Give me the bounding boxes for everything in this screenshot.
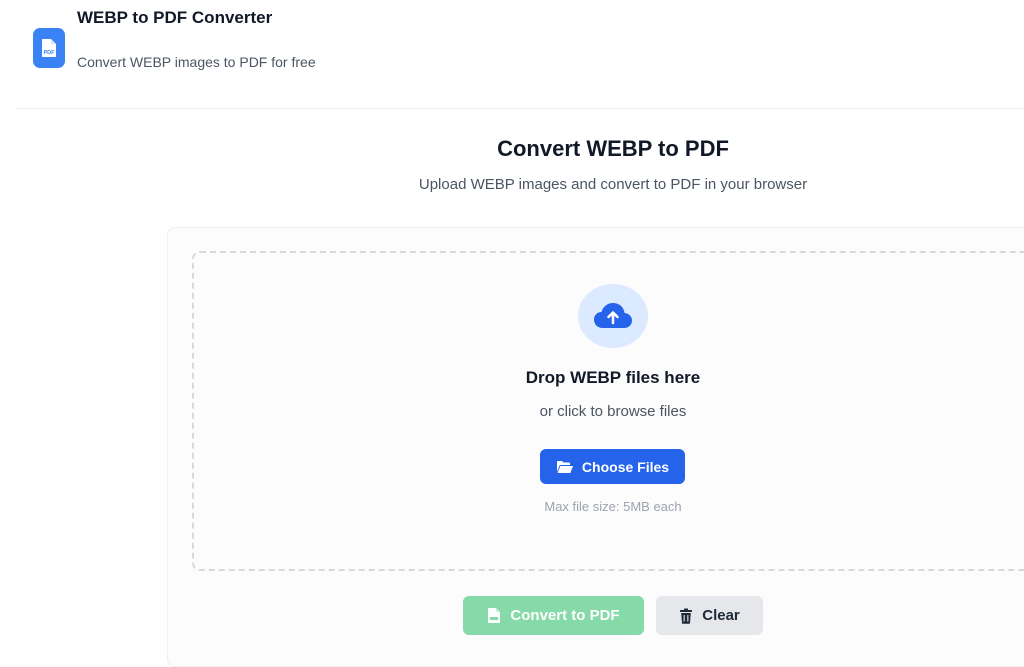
app-subtitle: Convert WEBP images to PDF for free [77,54,316,70]
choose-files-button[interactable]: Choose Files [540,449,685,484]
max-file-size-note: Max file size: 5MB each [544,499,682,514]
app-title: WEBP to PDF Converter [77,8,273,27]
app-logo: PDF [33,28,65,68]
choose-files-label: Choose Files [581,458,670,475]
folder-open-icon [556,460,573,473]
app-header: PDF WEBP to PDF Converter Convert WEBP i… [0,0,1024,110]
cloud-upload-icon [594,303,632,328]
pdf-file-icon [488,608,501,623]
header-divider [16,108,1024,109]
upload-icon-circle [578,284,648,348]
clear-label: Clear [702,607,740,624]
dropzone-subtitle: or click to browse files [539,403,687,420]
clear-button[interactable]: Clear [656,596,763,635]
logo-text: PDF [44,50,56,56]
page-subtitle: Upload WEBP images and convert to PDF in… [418,176,808,193]
page-title: Convert WEBP to PDF [497,136,729,161]
trash-icon [680,608,693,624]
convert-to-pdf-button[interactable]: Convert to PDF [463,596,644,635]
dropzone-title: Drop WEBP files here [525,368,701,387]
pdf-file-icon: PDF [42,39,56,57]
convert-label: Convert to PDF [510,607,620,624]
